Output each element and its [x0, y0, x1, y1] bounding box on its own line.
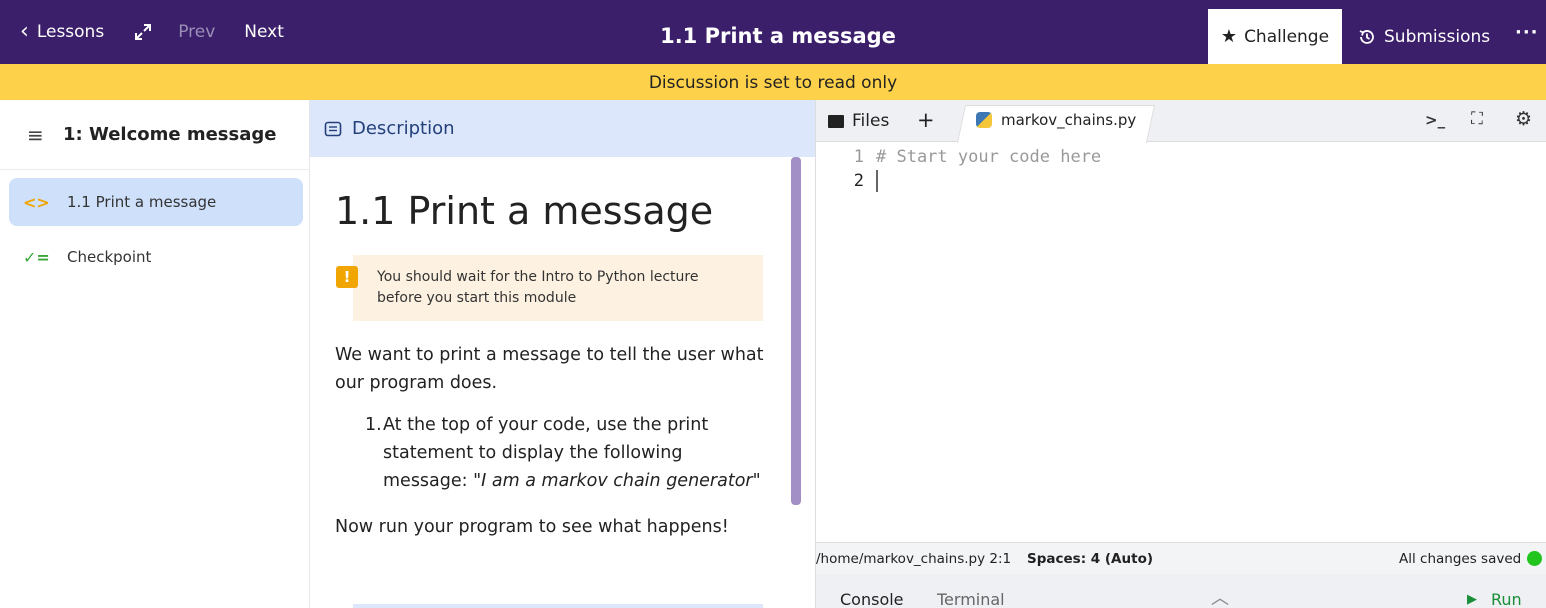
list-number: 1.	[365, 415, 382, 435]
module-title: 1: Welcome message	[63, 124, 277, 145]
file-path-position: /home/markov_chains.py 2:1	[816, 551, 1012, 567]
description-paragraph: We want to print a message to tell the u…	[335, 345, 764, 393]
description-tab-label: Description	[352, 118, 455, 139]
files-button[interactable]: Files	[828, 111, 889, 131]
file-tab-name: markov_chains.py	[1001, 111, 1137, 129]
more-menu-button[interactable]: ···	[1515, 22, 1539, 43]
prev-button[interactable]: Prev	[178, 0, 215, 64]
description-next-block	[353, 604, 763, 608]
run-button[interactable]: ▶ Run	[1467, 590, 1522, 608]
editor-tab-bar: Files + markov_chains.py >_ ⛶ ⚙	[816, 100, 1546, 143]
expand-button[interactable]	[132, 21, 154, 43]
challenge-tab[interactable]: ★ Challenge	[1208, 9, 1342, 64]
list-quote: "I am a markov chain generator"	[473, 471, 761, 491]
document-icon	[324, 121, 342, 136]
indentation-setting[interactable]: Spaces: 4 (Auto)	[1027, 551, 1153, 567]
file-tab-label[interactable]: markov_chains.py	[976, 111, 1136, 129]
files-label: Files	[852, 111, 890, 131]
console-tab[interactable]: Console	[840, 590, 904, 608]
saved-status-dot-icon	[1527, 551, 1542, 566]
terminal-icon[interactable]: >_	[1425, 111, 1445, 129]
description-body: 1.1 Print a message ! You should wait fo…	[335, 157, 775, 541]
code-editor-panel: Files + markov_chains.py >_ ⛶ ⚙ 1 # Star…	[815, 100, 1546, 608]
terminal-tab[interactable]: Terminal	[937, 590, 1005, 608]
line-number: 2	[853, 171, 864, 191]
sidebar-item-print-a-message[interactable]: <> 1.1 Print a message	[9, 178, 303, 226]
callout-text: You should wait for the Intro to Python …	[377, 269, 699, 306]
top-bar: ‹ Lessons Prev Next 1.1 Print a message …	[0, 0, 1546, 64]
history-icon	[1359, 29, 1374, 44]
code-area[interactable]: 1 # Start your code here 2	[816, 142, 1546, 542]
description-scrollbar[interactable]	[791, 157, 801, 505]
sidebar-item-label: 1.1 Print a message	[67, 193, 217, 211]
code-icon: <>	[23, 192, 50, 212]
python-icon	[976, 112, 992, 128]
chevron-up-icon[interactable]: ︿	[1211, 584, 1229, 608]
description-panel: Description 1.1 Print a message ! You sh…	[310, 100, 815, 608]
folder-icon	[828, 114, 844, 128]
sidebar-item-checkpoint[interactable]: ✓= Checkpoint	[9, 233, 303, 281]
gear-icon[interactable]: ⚙	[1515, 108, 1532, 130]
fullscreen-icon[interactable]: ⛶	[1471, 109, 1483, 129]
play-icon: ▶	[1467, 592, 1477, 607]
lesson-sidebar: ≡ 1: Welcome message <> 1.1 Print a mess…	[0, 100, 310, 608]
challenge-label: Challenge	[1244, 26, 1330, 47]
read-only-banner: Discussion is set to read only	[0, 64, 1546, 100]
save-status: All changes saved	[1399, 551, 1522, 567]
run-label: Run	[1491, 590, 1522, 608]
description-heading: 1.1 Print a message	[335, 189, 714, 233]
checklist-icon: ✓=	[23, 247, 50, 267]
submissions-tab[interactable]: Submissions	[1358, 9, 1490, 64]
star-icon: ★	[1220, 26, 1238, 47]
list-text: At the top of your code, use the print s…	[383, 411, 768, 495]
instruction-list-item: 1. At the top of your code, use the prin…	[365, 411, 775, 495]
sidebar-header: ≡ 1: Welcome message	[0, 100, 310, 170]
description-paragraph-2: Now run your program to see what happens…	[335, 517, 729, 537]
sidebar-item-label: Checkpoint	[67, 248, 152, 266]
next-button[interactable]: Next	[244, 0, 284, 64]
expand-icon	[135, 24, 152, 40]
description-tab[interactable]: Description	[310, 100, 815, 157]
new-file-button[interactable]: +	[917, 108, 935, 132]
top-nav: ‹ Lessons Prev Next	[0, 0, 284, 64]
lessons-button[interactable]: ‹ Lessons	[20, 0, 104, 64]
hamburger-menu-icon[interactable]: ≡	[27, 123, 45, 147]
code-line[interactable]: # Start your code here	[876, 147, 1101, 167]
editor-status-bar: /home/markov_chains.py 2:1 Spaces: 4 (Au…	[816, 542, 1546, 574]
submissions-label: Submissions	[1384, 26, 1491, 47]
console-bar: Console Terminal ︿ ▶ Run	[816, 574, 1546, 608]
line-number: 1	[853, 147, 864, 167]
lessons-label: Lessons	[36, 22, 105, 42]
warning-callout: ! You should wait for the Intro to Pytho…	[336, 255, 763, 321]
warning-icon: !	[336, 266, 358, 288]
text-cursor	[876, 170, 878, 192]
chevron-left-icon: ‹	[20, 19, 29, 44]
